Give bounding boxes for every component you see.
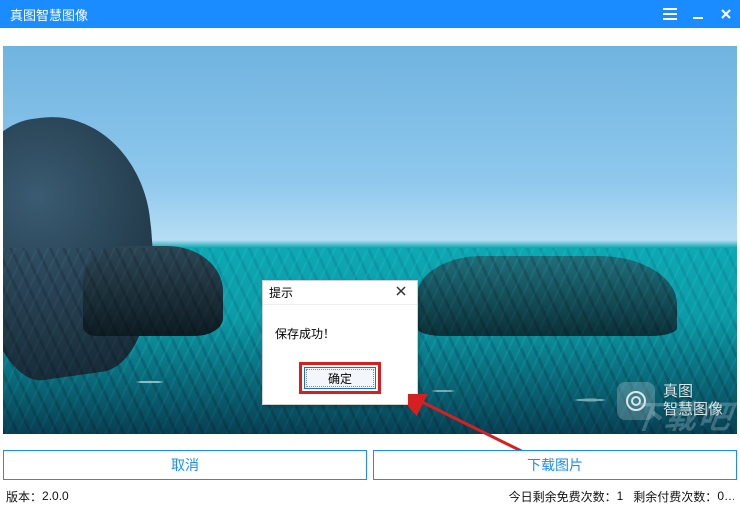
close-icon[interactable]	[712, 0, 740, 28]
free-count-label: 今日剩余免费次数：	[509, 488, 617, 505]
dialog-title: 提示	[269, 284, 293, 301]
ok-button[interactable]: 确定	[304, 367, 376, 389]
truncated-text: …	[724, 489, 734, 503]
dialog-message: 保存成功！	[275, 327, 335, 341]
version-label: 版本：	[6, 488, 42, 505]
paid-count-label: 剩余付费次数：	[633, 488, 717, 505]
free-count-value: 1	[617, 489, 624, 503]
titlebar: 真图智慧图像	[0, 0, 740, 28]
corner-watermark: 下载吧	[628, 392, 736, 434]
ok-highlight: 确定	[299, 362, 381, 394]
action-bar: 取消 下载图片	[3, 450, 737, 480]
image-canvas: 真图 智慧图像 下载吧 提示 保存成功！ 确定	[0, 28, 740, 448]
download-button[interactable]: 下载图片	[373, 450, 737, 480]
status-bar: 版本： 2.0.0 今日剩余免费次数： 1 剩余付费次数： 0 …	[6, 486, 734, 506]
paid-count-value: 0	[717, 489, 724, 503]
minimize-icon[interactable]	[684, 0, 712, 28]
menu-icon[interactable]	[656, 0, 684, 28]
cancel-button[interactable]: 取消	[3, 450, 367, 480]
app-title: 真图智慧图像	[10, 5, 88, 24]
version-value: 2.0.0	[42, 489, 69, 503]
message-dialog: 提示 保存成功！ 确定	[262, 280, 418, 405]
dialog-close-icon[interactable]	[391, 285, 411, 300]
